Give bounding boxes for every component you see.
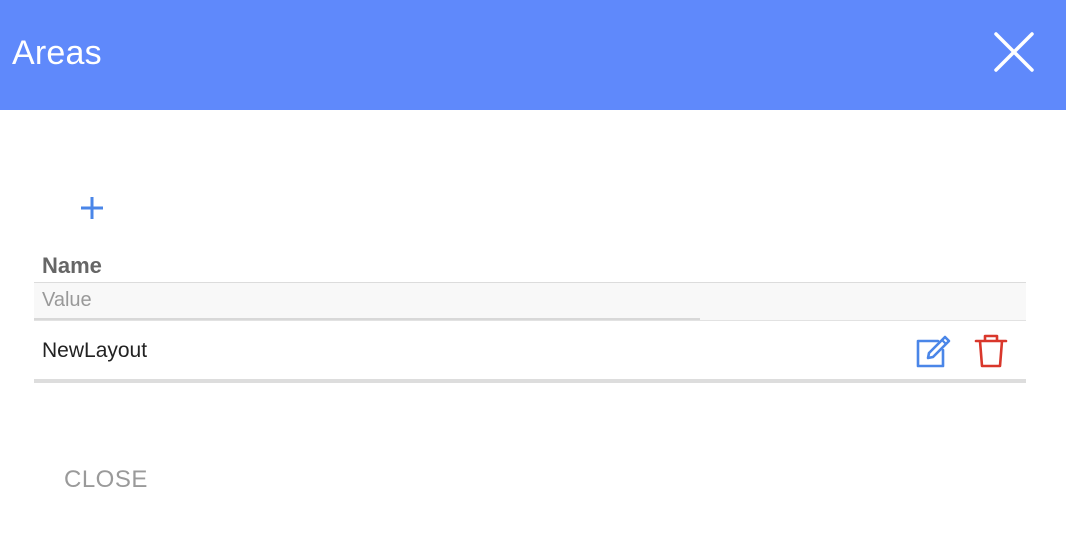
plus-icon xyxy=(81,197,103,219)
filter-row xyxy=(34,283,1026,321)
delete-row-button[interactable] xyxy=(974,333,1008,369)
dialog-header: Areas xyxy=(0,0,1066,110)
edit-row-button[interactable] xyxy=(914,333,952,369)
close-dialog-button[interactable] xyxy=(990,28,1038,76)
table-bottom-divider xyxy=(34,379,1026,383)
close-icon xyxy=(994,32,1034,72)
areas-dialog: Areas Name NewLayout xyxy=(0,0,1066,538)
name-filter-input[interactable] xyxy=(34,283,700,321)
add-area-button[interactable] xyxy=(76,192,108,224)
dialog-title: Areas xyxy=(12,34,102,72)
edit-icon xyxy=(916,335,951,368)
column-header-name[interactable]: Name xyxy=(42,253,102,279)
close-button[interactable]: CLOSE xyxy=(58,460,154,500)
table-row[interactable]: NewLayout xyxy=(34,321,1026,379)
row-name-cell: NewLayout xyxy=(42,339,148,362)
trash-icon xyxy=(974,334,1008,368)
